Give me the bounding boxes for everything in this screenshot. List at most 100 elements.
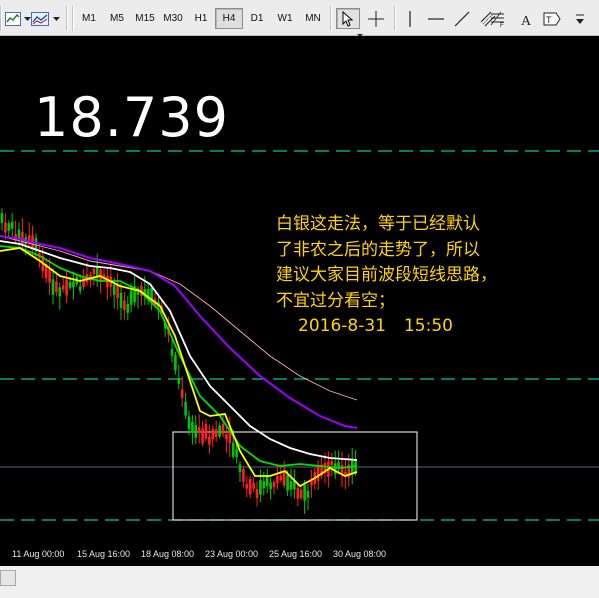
candle-body (340, 464, 344, 474)
chevron-down-icon[interactable] (52, 8, 60, 29)
candle-body (242, 469, 245, 482)
more-tools-icon[interactable] (568, 8, 592, 29)
candle-body (276, 476, 279, 484)
timeframe-m30-button[interactable]: M30 (159, 8, 187, 29)
candle-body (272, 481, 276, 488)
candle-body (58, 287, 62, 297)
candle-body (316, 464, 320, 481)
candle-body (262, 481, 266, 489)
timeframe-m5-button[interactable]: M5 (103, 8, 131, 29)
svg-text:F: F (500, 23, 504, 27)
svg-text:T: T (546, 15, 552, 25)
candle-body (4, 222, 7, 233)
candle-body (92, 268, 96, 275)
label-icon[interactable]: T (541, 8, 563, 29)
time-axis-label: 30 Aug 08:00 (333, 549, 387, 559)
chart-scrollbar-area (0, 566, 599, 598)
candle-body (265, 476, 269, 487)
timeframe-h1-button[interactable]: H1 (187, 8, 215, 29)
candle-body (286, 474, 289, 491)
chart-toolbar: M1 M5 M15 M30 H1 H4 D1 W1 MN F A T (0, 0, 599, 37)
svg-text:A: A (521, 14, 532, 26)
timeframe-m1-button[interactable]: M1 (75, 8, 103, 29)
candle-body (245, 484, 249, 489)
candle-body (119, 292, 123, 308)
candle-body (126, 304, 130, 313)
toolbar-separator (66, 6, 68, 31)
candle-body (17, 229, 21, 239)
candle-body (211, 428, 215, 440)
cursor-icon[interactable] (336, 8, 360, 29)
candle-body (61, 285, 65, 290)
candle-body (51, 279, 55, 295)
annotation-datetime: 2016-8-31 15:50 (276, 314, 576, 340)
candle-body (177, 378, 181, 384)
candle-body (296, 487, 300, 499)
time-axis-label: 25 Aug 16:00 (269, 549, 323, 559)
candle-body (269, 482, 272, 489)
candle-body (0, 213, 4, 224)
annotation-date: 2016-8-31 (298, 316, 386, 336)
candle-body (208, 436, 211, 445)
candle-body (248, 478, 252, 495)
price-chart[interactable]: 18.739 白银这走法，等于已经默认 了非农之后的走势了，所以 建议大家目前波… (0, 36, 599, 566)
candle-body (78, 286, 82, 291)
candle-body (174, 354, 177, 371)
candle-body (170, 348, 174, 356)
annotation-line: 建议大家目前波段短线思路， (276, 265, 497, 285)
toolbar-separator (330, 6, 332, 31)
candle-body (255, 489, 259, 499)
candle-body (194, 424, 198, 438)
candle-body (221, 424, 225, 434)
fibonacci-icon[interactable]: F (486, 8, 508, 29)
candle-body (129, 290, 133, 305)
candle-body (289, 481, 293, 490)
candle-body (55, 281, 58, 293)
candle-body (184, 402, 187, 416)
current-price: 18.739 (34, 86, 229, 149)
candle-body (197, 427, 201, 433)
timeframe-h4-button[interactable]: H4 (215, 8, 243, 29)
candle-body (259, 480, 262, 495)
vertical-line-icon[interactable] (399, 8, 421, 29)
candle-body (48, 269, 51, 283)
timeframe-mn-button[interactable]: MN (299, 8, 327, 29)
line-studies-icon[interactable] (30, 8, 50, 29)
timeframe-d1-button[interactable]: D1 (243, 8, 271, 29)
candle-body (279, 475, 283, 481)
candle-body (123, 300, 126, 310)
candle-body (201, 428, 204, 444)
chart-properties-icon[interactable] (3, 8, 23, 29)
time-axis-label: 18 Aug 08:00 (141, 549, 195, 559)
annotation-line: 了非农之后的走势了，所以 (276, 239, 480, 260)
timeframe-w1-button[interactable]: W1 (271, 8, 299, 29)
time-axis-label: 23 Aug 00:00 (205, 549, 259, 559)
scroll-left-button[interactable] (0, 570, 16, 586)
candle-body (303, 484, 306, 501)
annotation-line: 白银这走法，等于已经默认 (276, 214, 480, 234)
candle-body (330, 461, 334, 466)
timeframe-m15-button[interactable]: M15 (131, 8, 159, 29)
crosshair-icon[interactable] (364, 8, 388, 29)
toolbar-grip (0, 6, 2, 31)
candle-body (65, 279, 68, 296)
candle-body (95, 266, 99, 277)
candle-body (235, 449, 238, 457)
candle-body (299, 489, 303, 499)
candle-body (214, 429, 218, 437)
annotation-line: 不宜过分看空； (276, 290, 395, 311)
time-axis-label: 11 Aug 00:00 (12, 549, 65, 559)
candle-body (204, 424, 208, 439)
candle-body (333, 463, 337, 475)
text-icon[interactable]: A (515, 8, 537, 29)
candle-body (231, 442, 235, 457)
candle-body (7, 223, 11, 231)
candle-body (238, 464, 242, 472)
candle-body (72, 281, 75, 288)
annotation-text: 白银这走法，等于已经默认 了非农之后的走势了，所以 建议大家目前波段短线思路， … (276, 212, 576, 340)
horizontal-line-icon[interactable] (425, 8, 447, 29)
annotation-time: 15:50 (403, 316, 453, 336)
toolbar-separator (394, 6, 396, 31)
trendline-icon[interactable] (451, 8, 473, 29)
candle-body (252, 483, 255, 489)
